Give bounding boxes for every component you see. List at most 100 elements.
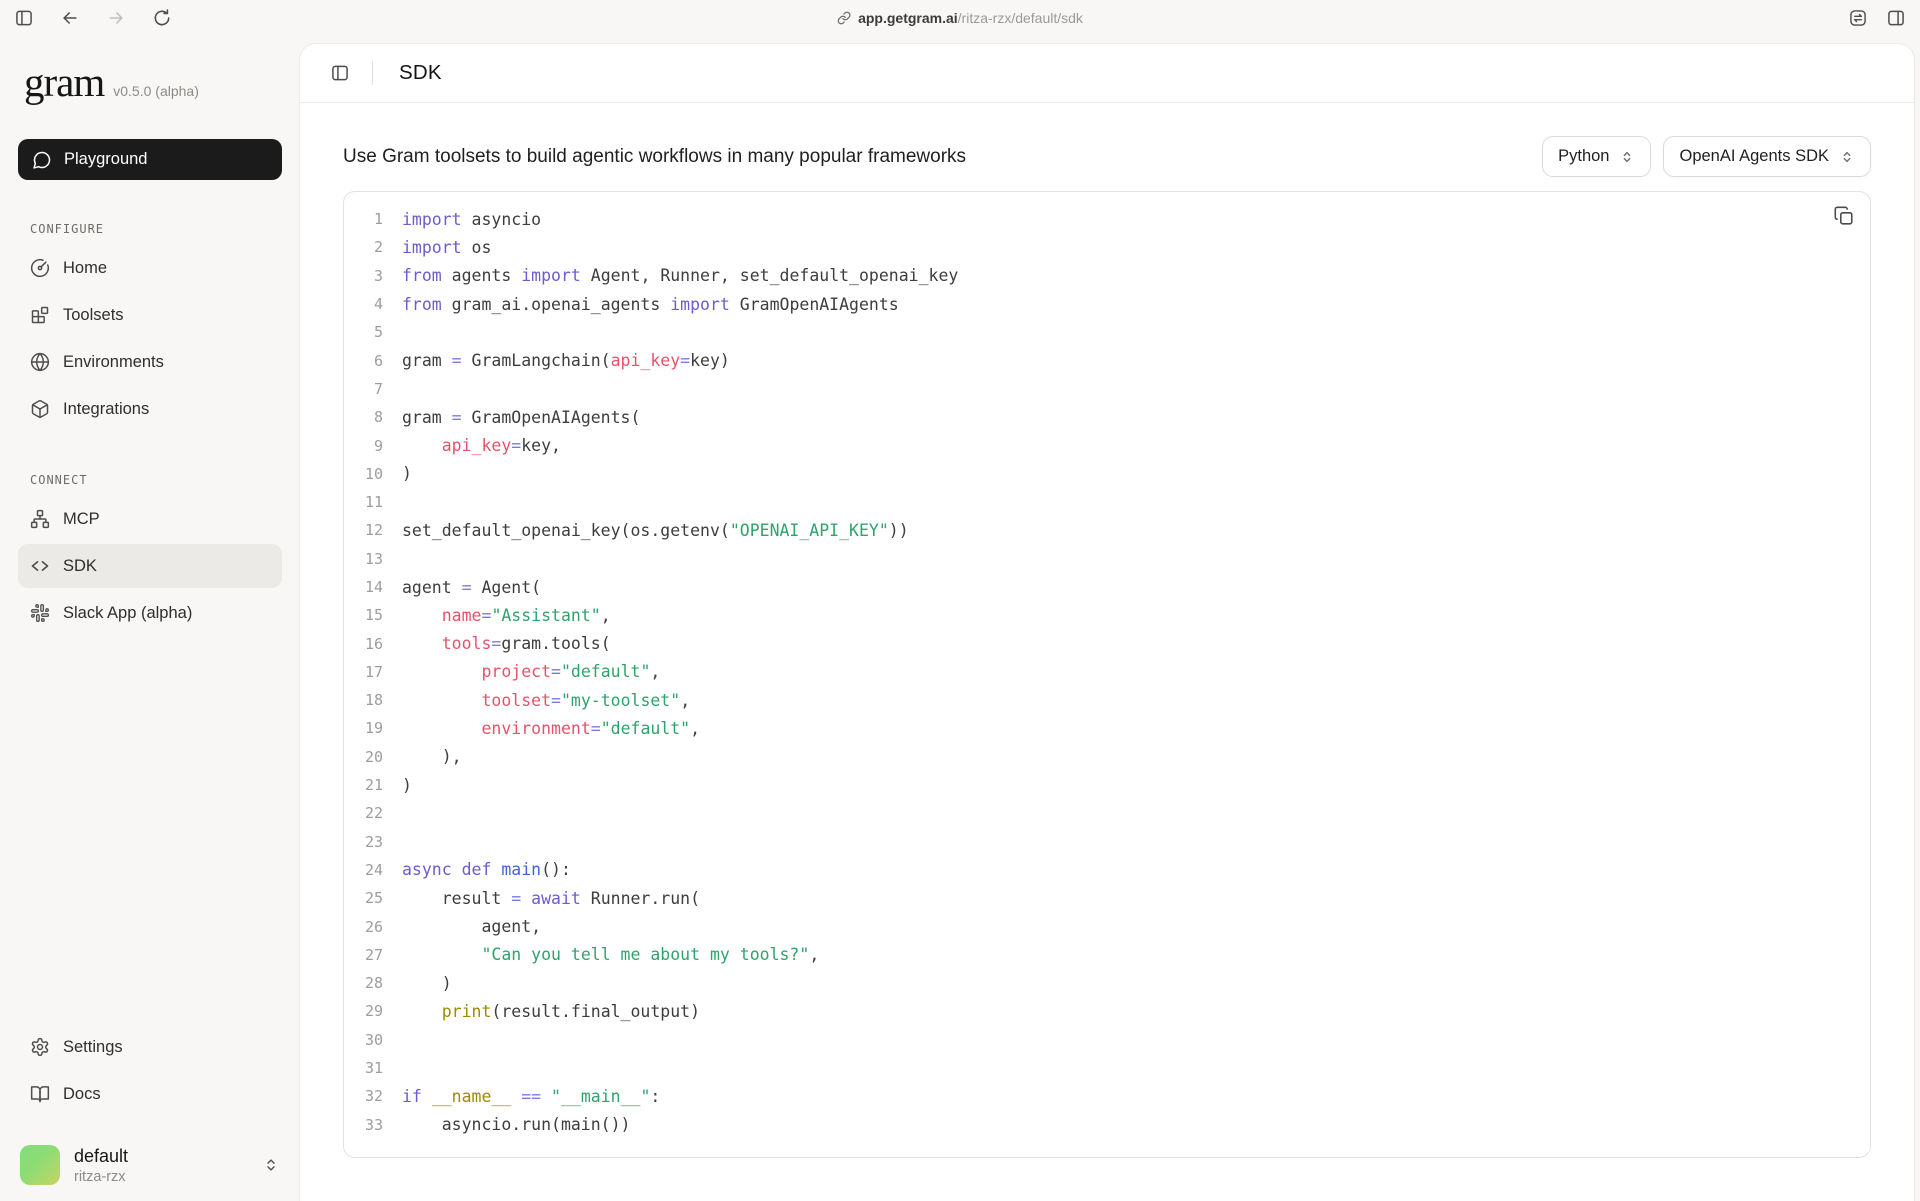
reload-icon[interactable] — [152, 8, 172, 28]
line-number: 22 — [344, 804, 383, 822]
code-line: 21) — [344, 771, 1870, 799]
code-line: 1import asyncio — [344, 205, 1870, 233]
code-line: 11 — [344, 488, 1870, 516]
language-select[interactable]: Python — [1542, 136, 1651, 177]
code-line: 20 ), — [344, 743, 1870, 771]
sidebar-item-settings[interactable]: Settings — [18, 1025, 282, 1069]
sidebar-item-label: Toolsets — [63, 306, 124, 325]
sidebar-item-slack-app-alpha[interactable]: Slack App (alpha) — [18, 591, 282, 635]
browser-sidebar-toggle-icon[interactable] — [14, 8, 34, 28]
line-number: 3 — [344, 267, 383, 285]
code-line-text: gram = GramOpenAIAgents( — [402, 408, 640, 427]
code-line-text: ) — [402, 464, 412, 483]
code-line: 32if __name__ == "__main__": — [344, 1082, 1870, 1110]
sidebar-item-label: SDK — [63, 557, 97, 576]
sidebar-item-label: Environments — [63, 353, 164, 372]
sidebar-item-docs[interactable]: Docs — [18, 1072, 282, 1116]
code-line: 4from gram_ai.openai_agents import GramO… — [344, 290, 1870, 318]
code-line: 10) — [344, 460, 1870, 488]
playground-button[interactable]: Playground — [18, 139, 282, 180]
account-switcher[interactable]: default ritza-rzx — [18, 1145, 282, 1185]
code-line: 25 result = await Runner.run( — [344, 884, 1870, 912]
sidebar: gram v0.5.0 (alpha) Playground CONFIGURE… — [0, 36, 300, 1201]
code-line-text: from gram_ai.openai_agents import GramOp… — [402, 295, 899, 314]
blocks-icon — [30, 305, 50, 325]
code-line-text: print(result.final_output) — [402, 1002, 700, 1021]
code-line-text: ) — [402, 776, 412, 795]
code-line: 22 — [344, 799, 1870, 827]
chevrons-up-down-icon — [262, 1156, 280, 1174]
sidebar-item-label: Integrations — [63, 400, 149, 419]
line-number: 2 — [344, 238, 383, 256]
code-line-text: name="Assistant", — [402, 606, 611, 625]
code-line-text: tools=gram.tools( — [402, 634, 611, 653]
browser-panel-right-icon[interactable] — [1886, 8, 1906, 28]
forward-icon — [106, 8, 126, 28]
code-line: 27 "Can you tell me about my tools?", — [344, 941, 1870, 969]
panel-left-toggle-icon[interactable] — [330, 63, 350, 83]
code-line: 19 environment="default", — [344, 714, 1870, 742]
line-number: 11 — [344, 493, 383, 511]
code-line: 8gram = GramOpenAIAgents( — [344, 403, 1870, 431]
code-block: 1import asyncio 2 import os 3 from agents im… — [343, 191, 1871, 1158]
code-line-text: "Can you tell me about my tools?", — [402, 945, 819, 964]
line-number: 6 — [344, 352, 383, 370]
code-line: 15 name="Assistant", — [344, 601, 1870, 629]
code-line-text: import os — [402, 238, 491, 257]
sidebar-item-mcp[interactable]: MCP — [18, 497, 282, 541]
globe-icon — [30, 352, 50, 372]
code-line-text: asyncio.run(main()) — [402, 1115, 630, 1134]
line-number: 10 — [344, 465, 383, 483]
line-number: 5 — [344, 323, 383, 341]
site-settings-icon[interactable] — [1848, 8, 1868, 28]
line-number: 15 — [344, 606, 383, 624]
code-line-text: toolset="my-toolset", — [402, 691, 690, 710]
sidebar-item-label: Docs — [63, 1085, 101, 1104]
line-number: 28 — [344, 974, 383, 992]
code-line: 9 api_key=key, — [344, 431, 1870, 459]
book-open-icon — [30, 1084, 50, 1104]
code-line: 7 — [344, 375, 1870, 403]
code-line: 18 toolset="my-toolset", — [344, 686, 1870, 714]
code-line-text: gram = GramLangchain(api_key=key) — [402, 351, 730, 370]
line-number: 9 — [344, 437, 383, 455]
sidebar-item-integrations[interactable]: Integrations — [18, 387, 282, 431]
sidebar-item-home[interactable]: Home — [18, 246, 282, 290]
section-label-connect: CONNECT — [18, 473, 282, 487]
line-number: 25 — [344, 889, 383, 907]
code-line: 33 asyncio.run(main()) — [344, 1111, 1870, 1139]
code-line-text: ) — [402, 974, 452, 993]
code-line: 26 agent, — [344, 912, 1870, 940]
line-number: 12 — [344, 521, 383, 539]
version-label: v0.5.0 (alpha) — [113, 83, 199, 99]
account-org-name: ritza-rzx — [74, 1169, 128, 1185]
chat-bubble-icon — [32, 150, 52, 170]
line-number: 20 — [344, 748, 383, 766]
account-project-name: default — [74, 1146, 128, 1167]
code-line-text: from agents import Agent, Runner, set_de… — [402, 266, 958, 285]
code-line-text: agent = Agent( — [402, 578, 541, 597]
language-select-value: Python — [1558, 147, 1609, 166]
code-line: 5 — [344, 318, 1870, 346]
copy-code-button[interactable] — [1833, 205, 1855, 227]
framework-select[interactable]: OpenAI Agents SDK — [1663, 136, 1871, 177]
line-number: 30 — [344, 1031, 383, 1049]
code-line-text: environment="default", — [402, 719, 700, 738]
line-number: 21 — [344, 776, 383, 794]
address-bar[interactable]: app.getgram.ai/ritza-rzx/default/sdk — [837, 0, 1083, 36]
url-host: app.getgram.ai — [858, 10, 958, 26]
page-title: SDK — [399, 61, 442, 85]
code-line: 14agent = Agent( — [344, 573, 1870, 601]
code-line-text: async def main(): — [402, 860, 571, 879]
code-line: 2 import os — [344, 233, 1870, 261]
back-icon[interactable] — [60, 8, 80, 28]
code-line-text: ), — [402, 747, 462, 766]
sidebar-item-environments[interactable]: Environments — [18, 340, 282, 384]
main-panel: SDK Use Gram toolsets to build agentic w… — [300, 44, 1914, 1201]
code-line-text: api_key=key, — [402, 436, 561, 455]
sidebar-item-sdk[interactable]: SDK — [18, 544, 282, 588]
playground-label: Playground — [64, 150, 147, 169]
line-number: 32 — [344, 1087, 383, 1105]
sidebar-item-label: Slack App (alpha) — [63, 604, 192, 623]
sidebar-item-toolsets[interactable]: Toolsets — [18, 293, 282, 337]
